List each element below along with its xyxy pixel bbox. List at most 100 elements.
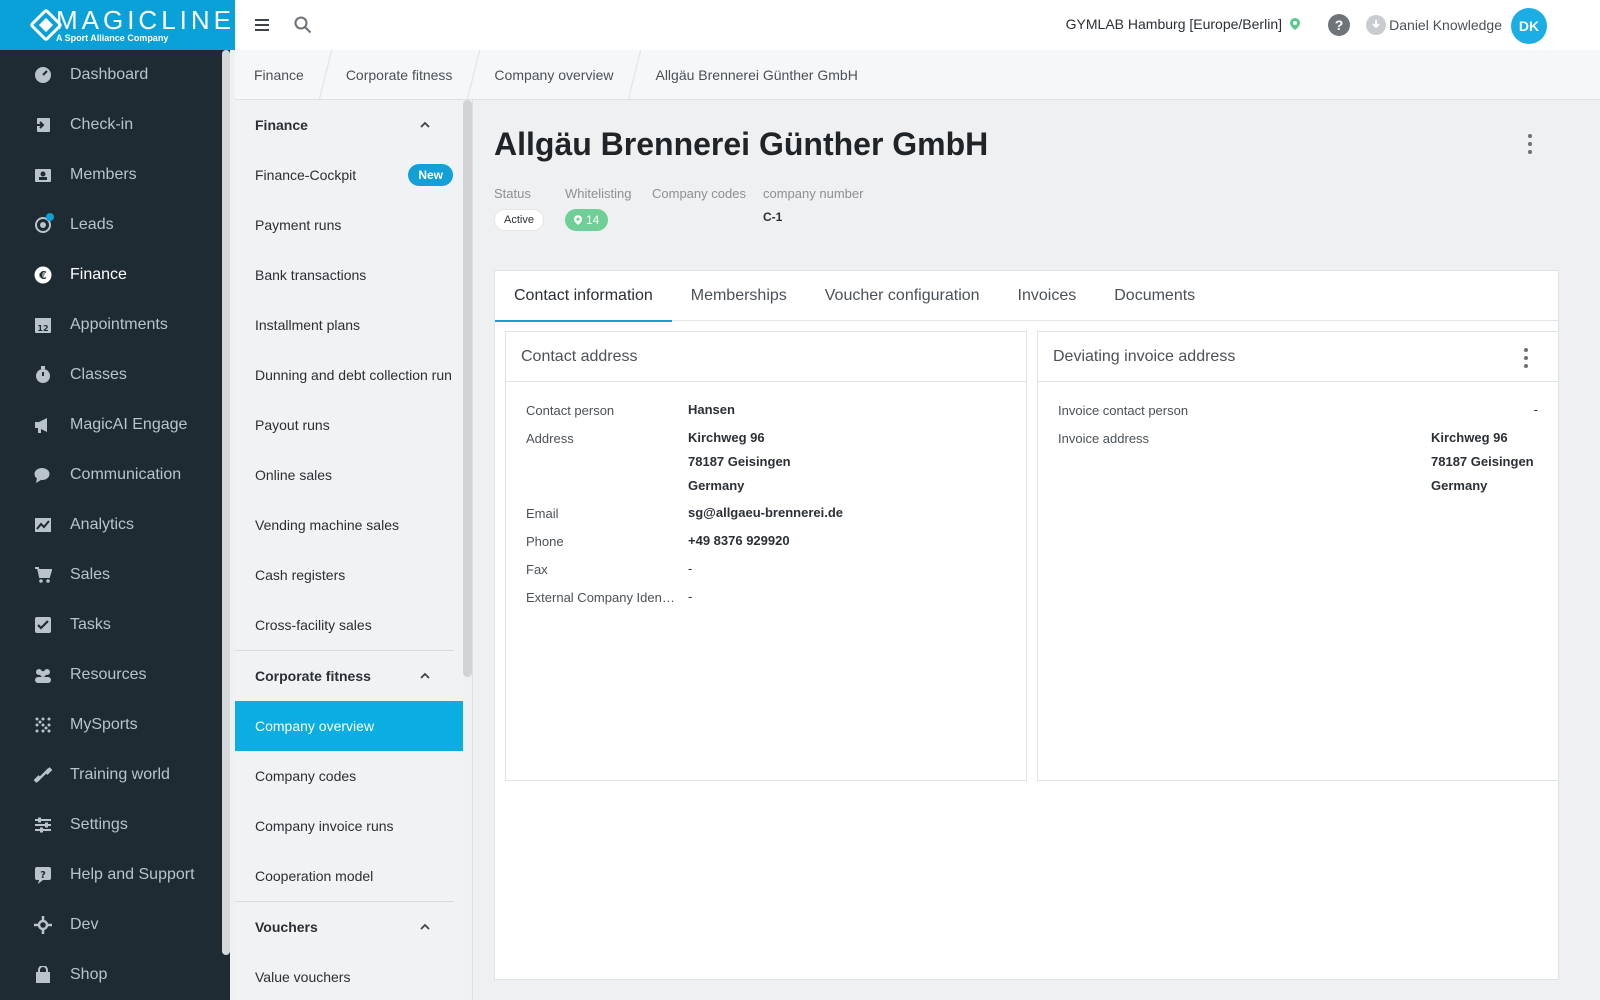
checkbox-icon [34,616,52,634]
sidebar-item-members[interactable]: Members [0,150,222,200]
submenu-item-company-codes[interactable]: Company codes [235,751,463,801]
company-codes-label: Company codes [652,186,746,201]
submenu-item-company-overview[interactable]: Company overview [235,701,463,751]
contact-person-label: Contact person [526,403,615,418]
sidebar-item-shop[interactable]: Shop [0,950,222,1000]
submenu-item-value-vouchers[interactable]: Value vouchers [235,952,463,1000]
panel-title-text: Deviating invoice address [1053,347,1236,365]
breadcrumb-finance[interactable]: Finance [235,50,326,100]
sidebar-item-leads[interactable]: Leads [0,200,222,250]
menu-icon[interactable] [252,15,272,35]
sidebar-item-communication[interactable]: Communication [0,450,222,500]
submenu-item-company-invoice-runs[interactable]: Company invoice runs [235,801,463,851]
main-content: Allgäu Brennerei Günther GmbH Status Act… [473,100,1600,1000]
submenu-item-label: Online sales [255,467,333,483]
sidebar-item-label: Members [70,166,137,183]
company-number-value: C-1 [763,210,783,224]
sidebar-item-settings[interactable]: Settings [0,800,222,850]
sidebar-item-training-world[interactable]: Training world [0,750,222,800]
sidebar-item-label: Sales [70,566,111,583]
stopwatch-icon [34,366,52,384]
sidebar-item-dev[interactable]: Dev [0,900,222,950]
submenu-item-finance-cockpit[interactable]: Finance-Cockpit New [235,150,463,200]
megaphone-icon [34,416,52,434]
status-badge: Active [494,209,544,231]
submenu-item-installment-plans[interactable]: Installment plans [235,300,463,350]
whitelisting-count: 14 [586,213,600,227]
address-line: Kirchweg 96 [688,430,765,445]
sidebar-item-label: Resources [70,666,147,683]
sidebar-item-label: MagicAI Engage [70,416,188,433]
breadcrumb-current-company: Allgäu Brennerei Günther GmbH [655,66,858,83]
tab-voucher-configuration[interactable]: Voucher configuration [806,271,999,321]
submenu-item-label: Dunning and debt collection run [255,367,452,383]
sidebar-scrollbar[interactable] [222,50,230,955]
tab-memberships[interactable]: Memberships [672,271,806,321]
submenu-item-cash-registers[interactable]: Cash registers [235,550,463,600]
submenu-item-payment-runs[interactable]: Payment runs [235,200,463,250]
sidebar-item-appointments[interactable]: 12 Appointments [0,300,222,350]
shop-icon [34,966,52,984]
address-label: Address [526,431,574,446]
email-value[interactable]: sg@allgaeu-brennerei.de [688,501,843,525]
more-options-icon[interactable] [1520,132,1540,156]
avatar[interactable]: DK [1511,8,1547,44]
sidebar-item-resources[interactable]: Resources [0,650,222,700]
sidebar-item-classes[interactable]: Classes [0,350,222,400]
invoice-address-panel: Deviating invoice address Invoice contac… [1037,331,1559,781]
tab-documents[interactable]: Documents [1095,271,1214,321]
submenu-section-finance[interactable]: Finance [235,100,463,150]
address-line: 78187 Geisingen [1431,454,1534,469]
submenu-scrollbar[interactable] [463,100,472,677]
sidebar-item-mysports[interactable]: MySports [0,700,222,750]
breadcrumb-corporate-fitness[interactable]: Corporate fitness [326,50,475,100]
brand-logo[interactable]: MAGICLINE A Sport Alliance Company [0,0,235,50]
external-id-value: - [688,589,693,604]
sidebar-item-check-in[interactable]: Check-in [0,100,222,150]
address-value: Kirchweg 96 78187 Geisingen Germany [688,426,791,498]
fax-value: - [688,561,693,576]
sidebar-item-label: Appointments [70,316,168,333]
section-title: Corporate fitness [255,668,371,684]
tab-contact-information[interactable]: Contact information [495,271,672,322]
sidebar-item-tasks[interactable]: Tasks [0,600,222,650]
sidebar-item-help-and-support[interactable]: ? Help and Support [0,850,222,900]
sidebar-item-analytics[interactable]: Analytics [0,500,222,550]
submenu-item-online-sales[interactable]: Online sales [235,450,463,500]
main-sidebar: MAGICLINE A Sport Alliance Company Dashb… [0,0,235,1000]
submenu-item-vending-machine-sales[interactable]: Vending machine sales [235,500,463,550]
submenu-section-corporate-fitness[interactable]: Corporate fitness [235,651,463,701]
submenu-item-cooperation-model[interactable]: Cooperation model [235,851,463,901]
submenu-item-bank-transactions[interactable]: Bank transactions [235,250,463,300]
members-icon [34,166,52,184]
section-title: Finance [255,117,308,133]
breadcrumb-company-overview[interactable]: Company overview [474,50,635,100]
sidebar-item-dashboard[interactable]: Dashboard [0,50,222,100]
help-icon[interactable]: ? [1328,14,1350,36]
sidebar-item-magicai-engage[interactable]: MagicAI Engage [0,400,222,450]
search-icon[interactable] [293,15,313,35]
submenu-section-vouchers[interactable]: Vouchers [235,902,463,952]
dev-icon [34,916,52,934]
svg-text:?: ? [40,870,46,881]
sidebar-item-finance[interactable]: € Finance [0,250,222,300]
company-number-label: company number [763,186,864,201]
whitelisting-badge[interactable]: 14 [565,209,609,231]
tab-invoices[interactable]: Invoices [999,271,1096,321]
sidebar-item-label: Help and Support [70,866,195,883]
status-label: Status [494,186,531,201]
sidebar-item-label: Dashboard [70,66,149,83]
sidebar-item-label: Analytics [70,516,135,533]
dumbbell-icon [34,766,52,784]
address-line: 78187 Geisingen [688,454,791,469]
sidebar-item-sales[interactable]: Sales [0,550,222,600]
phone-value[interactable]: +49 8376 929920 [688,529,790,553]
more-options-icon[interactable] [1524,348,1530,368]
section-title: Vouchers [255,919,318,935]
submenu-item-payout-runs[interactable]: Payout runs [235,400,463,450]
user-name[interactable]: Daniel Knowledge [1389,17,1502,33]
download-icon[interactable] [1366,15,1386,35]
studio-selector[interactable]: GYMLAB Hamburg [Europe/Berlin] [1066,16,1300,32]
submenu-item-cross-facility-sales[interactable]: Cross-facility sales [235,600,463,650]
submenu-item-dunning-and-debt-collection-run[interactable]: Dunning and debt collection run [235,350,463,400]
